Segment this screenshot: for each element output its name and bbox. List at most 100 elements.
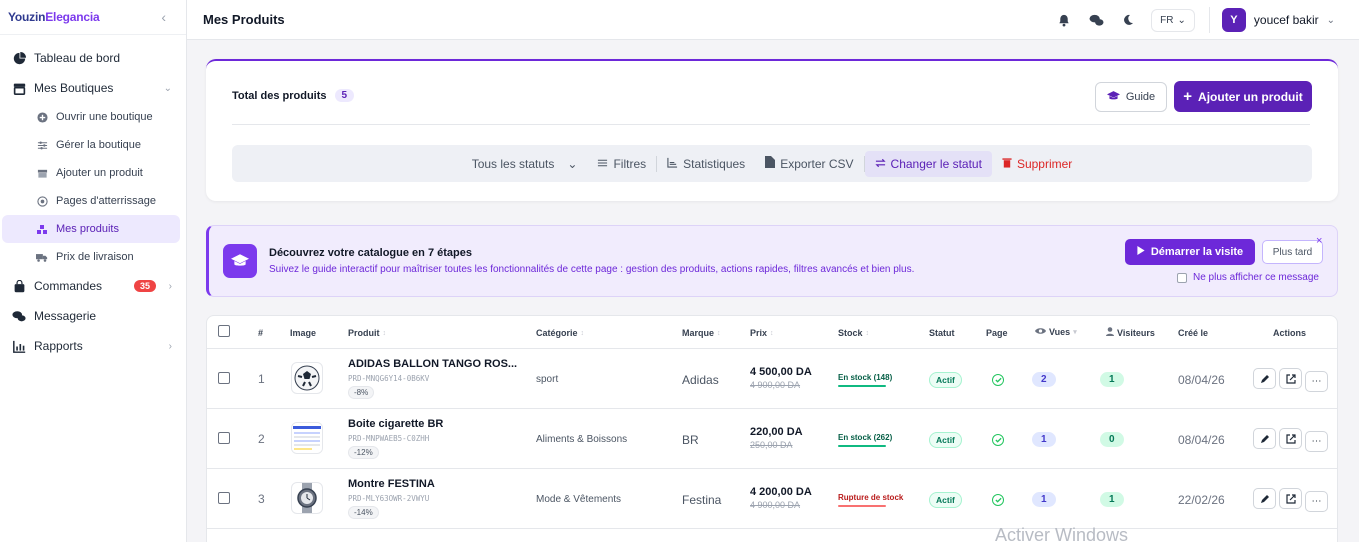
- sidebar-item-shops[interactable]: Mes Boutiques ⌄: [0, 73, 186, 103]
- guide-button[interactable]: Guide: [1095, 82, 1167, 112]
- row-checkbox[interactable]: [218, 372, 230, 384]
- sliders-icon: [597, 157, 608, 171]
- sidebar-item-delivery-prices[interactable]: Prix de livraison: [2, 243, 180, 271]
- sidebar-item-reports[interactable]: Rapports ›: [0, 331, 186, 361]
- page-check-icon[interactable]: [992, 374, 1004, 386]
- moon-icon[interactable]: [1119, 11, 1137, 29]
- product-info[interactable]: Montre FESTINA PRD-MLY63OWR-2VWYU -14%: [348, 478, 435, 519]
- add-product-button[interactable]: + Ajouter un produit: [1174, 81, 1312, 112]
- old-price: 250,00 DA: [750, 440, 793, 450]
- later-button[interactable]: Plus tard: [1262, 240, 1323, 264]
- table-row[interactable]: 3 Montre FESTINA PRD-MLY63OWR-2VWYU -14%…: [207, 469, 1337, 529]
- select-all-checkbox[interactable]: [218, 325, 230, 337]
- user-menu[interactable]: Y youcef bakir ⌄: [1208, 7, 1335, 33]
- dont-show-again-checkbox[interactable]: Ne plus afficher ce message: [1177, 272, 1319, 283]
- sidebar-item-add-product[interactable]: Ajouter un produit: [2, 159, 180, 187]
- edit-button[interactable]: [1253, 368, 1276, 389]
- open-external-button[interactable]: [1279, 368, 1302, 389]
- checkbox[interactable]: [218, 432, 230, 444]
- product-info[interactable]: ADIDAS BALLON TANGO ROS... PRD-MNQG6Y14-…: [348, 358, 517, 399]
- header-image: Image: [290, 328, 317, 338]
- header-category[interactable]: Catégorie ↕: [536, 328, 584, 338]
- orders-count-badge: 35: [133, 280, 156, 292]
- product-name[interactable]: ADIDAS BALLON TANGO ROS...: [348, 358, 517, 370]
- page-check-icon[interactable]: [992, 434, 1004, 446]
- sidebar-item-manage-shop[interactable]: Gérer la boutique: [2, 131, 180, 159]
- header-visitors: Visiteurs: [1106, 327, 1155, 338]
- sidebar-item-orders[interactable]: Commandes 35 ›: [0, 271, 186, 301]
- sidebar-item-open-shop[interactable]: Ouvrir une boutique: [2, 103, 180, 131]
- product-name[interactable]: Boite cigarette BR: [348, 418, 443, 430]
- row-checkbox[interactable]: [218, 432, 230, 444]
- delete-button[interactable]: Supprimer: [992, 151, 1082, 177]
- product-info[interactable]: Boite cigarette BR PRD-MNPWAEB5-C0ZHH -1…: [348, 418, 443, 459]
- start-tour-button[interactable]: Démarrer la visite: [1125, 239, 1255, 265]
- chat-icon: [12, 309, 26, 323]
- stock-status: En stock (148): [838, 373, 892, 387]
- product-brand: Adidas: [682, 373, 719, 387]
- header-stock[interactable]: Stock ↕: [838, 328, 869, 338]
- divider: [232, 124, 1310, 125]
- edit-button[interactable]: [1253, 488, 1276, 509]
- table-row[interactable]: 2 Boite cigarette BR PRD-MNPWAEB5-C0ZHH …: [207, 409, 1337, 469]
- product-price: 4 500,00 DA 4 900,00 DA: [750, 366, 812, 390]
- status-filter-select[interactable]: Tous les statuts ⌄: [462, 151, 588, 177]
- sidebar-item-my-products[interactable]: Mes produits: [2, 215, 180, 243]
- product-name[interactable]: Montre FESTINA: [348, 478, 435, 490]
- sidebar-item-landing-pages[interactable]: Pages d'atterrissage: [2, 187, 180, 215]
- eye-icon: [1035, 327, 1046, 337]
- page-check-icon[interactable]: [992, 494, 1004, 506]
- product-brand: Festina: [682, 493, 722, 507]
- product-thumbnail[interactable]: [291, 362, 323, 394]
- row-checkbox[interactable]: [218, 492, 230, 504]
- table-row[interactable]: 1 ADIDAS BALLON TANGO ROS... PRD-MNQG6Y1…: [207, 349, 1337, 409]
- open-external-button[interactable]: [1279, 428, 1302, 449]
- soccer-ball-image: [291, 362, 323, 394]
- bell-icon[interactable]: [1055, 11, 1073, 29]
- products-table: # Image Produit ↕ Catégorie ↕ Marque ↕ Prix…: [206, 315, 1338, 542]
- product-thumbnail[interactable]: [291, 482, 323, 514]
- banner-subtitle: Suivez le guide interactif pour maîtrise…: [269, 264, 915, 275]
- windows-activation-watermark: Activer Windows: [995, 525, 1129, 542]
- language-selector[interactable]: FR ⌄: [1151, 8, 1195, 32]
- sidebar-nav: Tableau de bord Mes Boutiques ⌄ Ouvrir u…: [0, 35, 186, 361]
- checkbox[interactable]: [218, 325, 230, 337]
- filters-button[interactable]: Filtres: [587, 151, 656, 177]
- more-options-button[interactable]: ⋯: [1305, 490, 1328, 512]
- sort-icon: ↕: [717, 329, 721, 337]
- checkbox[interactable]: [218, 492, 230, 504]
- header-price[interactable]: Prix ↕: [750, 328, 774, 338]
- truck-icon: [36, 251, 48, 263]
- app-logo[interactable]: YouzinElegancia: [8, 10, 100, 24]
- product-price: 220,00 DA 250,00 DA: [750, 426, 803, 450]
- edit-button[interactable]: [1253, 428, 1276, 449]
- header-brand[interactable]: Marque ↕: [682, 328, 721, 338]
- open-external-button[interactable]: [1279, 488, 1302, 509]
- target-icon: [36, 195, 48, 207]
- screenshot-image: [291, 422, 323, 454]
- box-icon: [36, 167, 48, 179]
- product-thumbnail[interactable]: [291, 422, 323, 454]
- sidebar-item-dashboard[interactable]: Tableau de bord: [0, 43, 186, 73]
- plus-circle-icon: [36, 111, 48, 123]
- user-icon: [1106, 327, 1114, 338]
- more-options-button[interactable]: ⋯: [1305, 430, 1328, 452]
- chevron-down-icon: ⌄: [1177, 14, 1186, 26]
- trash-icon: [1002, 157, 1012, 171]
- header-views[interactable]: Vues ▾: [1035, 327, 1077, 337]
- change-status-button[interactable]: Changer le statut: [864, 150, 992, 177]
- more-options-button[interactable]: ⋯: [1305, 370, 1328, 392]
- chevron-down-icon: ⌄: [567, 156, 578, 171]
- old-price: 4 900,00 DA: [750, 500, 801, 510]
- checkbox[interactable]: [218, 372, 230, 384]
- collapse-sidebar-icon[interactable]: ‹: [161, 9, 166, 25]
- statistics-button[interactable]: Statistiques: [657, 151, 755, 177]
- close-icon[interactable]: ×: [1316, 235, 1322, 247]
- views-count: 1: [1032, 431, 1056, 447]
- messages-icon[interactable]: [1087, 11, 1105, 29]
- checkbox[interactable]: [1177, 272, 1187, 283]
- header-product[interactable]: Produit ↕: [348, 328, 386, 338]
- export-csv-button[interactable]: Exporter CSV: [755, 151, 863, 177]
- sidebar-item-messaging[interactable]: Messagerie: [0, 301, 186, 331]
- top-bar: Mes Produits FR ⌄ Y youcef bakir ⌄: [187, 0, 1359, 40]
